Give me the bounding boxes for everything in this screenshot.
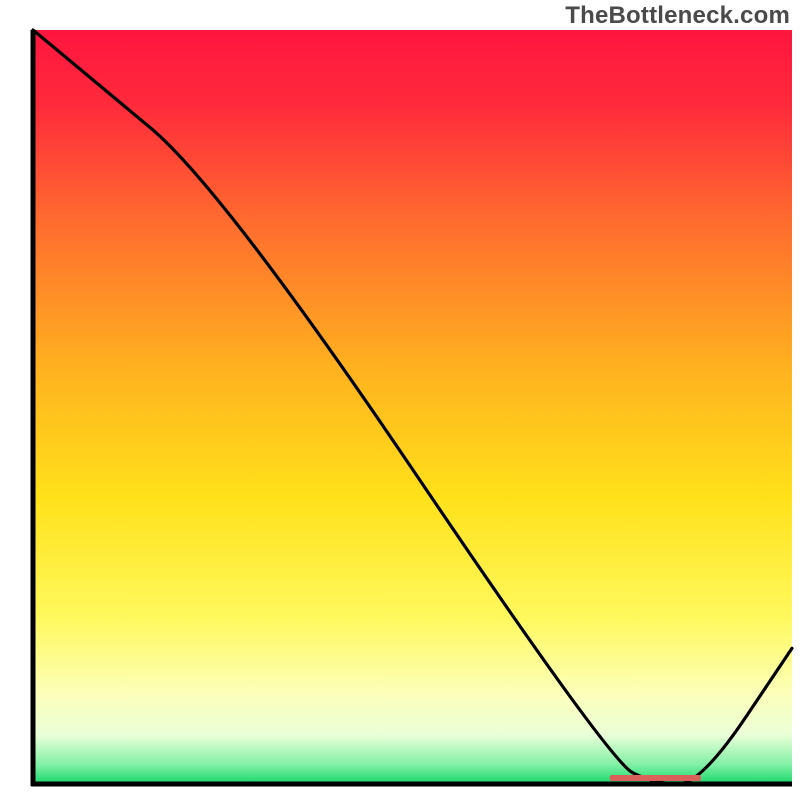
chart-frame: TheBottleneck.com bbox=[0, 0, 800, 800]
bottleneck-chart bbox=[0, 0, 800, 800]
watermark-text: TheBottleneck.com bbox=[565, 2, 790, 30]
optimal-band-marker bbox=[610, 775, 701, 781]
gradient-fill bbox=[33, 30, 792, 784]
